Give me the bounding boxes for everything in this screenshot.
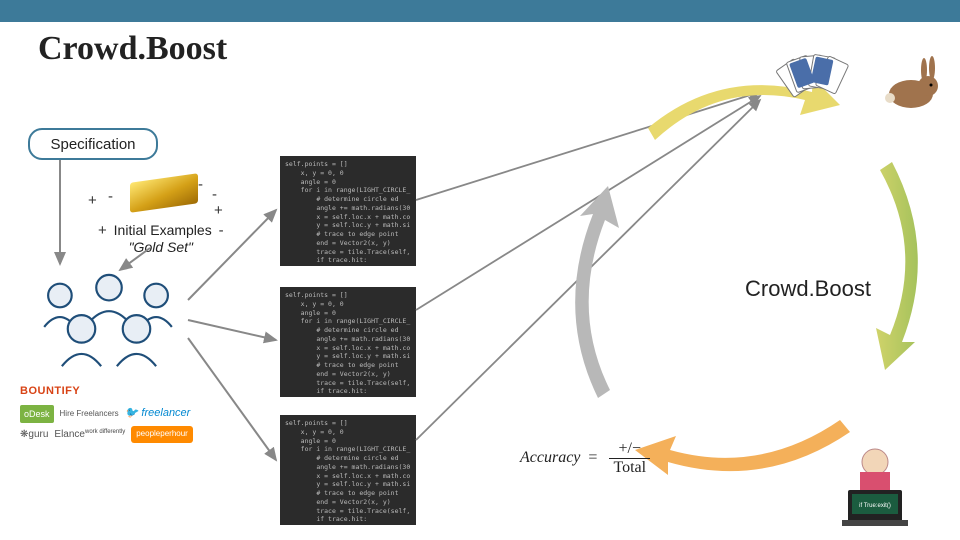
guru-logo: ❋guru [20,426,48,444]
code-snippet-3: self.points = [] x, y = 0, 0 angle = 0 f… [280,415,416,525]
freelance-platform-logos: BOUNTIFY oDesk Hire Freelancers freelanc… [20,382,193,446]
client-laptop-icon: if True:exit() [820,440,930,526]
specification-box: Specification [28,128,158,160]
rabbit-icon [876,52,946,112]
gold-minus: - [108,188,113,205]
cards-icon [775,42,855,102]
code-snippet-1: self.points = [] x, y = 0, 0 angle = 0 f… [280,156,416,266]
gold-plus: + [88,192,97,209]
bountify-logo: BOUNTIFY [20,382,80,402]
crowd-workers-icon [30,268,188,376]
gold-minus: - [212,186,217,203]
gold-bar-icon [130,173,198,213]
code-snippet-2: self.points = [] x, y = 0, 0 angle = 0 f… [280,287,416,397]
elance-logo: Elancework differently [54,426,125,444]
accuracy-formula: Accuracy = +/− Total [520,440,650,477]
odesk-logo: oDesk [20,405,54,423]
hirefreelancers-label: Hire Freelancers [60,407,119,421]
gold-plus: + [214,202,223,219]
gold-caption: + Initial Examples - "Gold Set" [98,222,224,255]
gold-minus: - [198,176,203,193]
cycle-arrows [520,60,940,500]
specification-label: Specification [50,136,135,153]
peopleperhour-logo: peopleperhour [131,426,193,442]
top-bar [0,0,960,22]
freelancer-logo: freelancer [125,404,191,424]
svg-text:if True:exit(): if True:exit() [859,503,891,509]
crowdboost-label: Crowd.Boost [745,276,871,302]
